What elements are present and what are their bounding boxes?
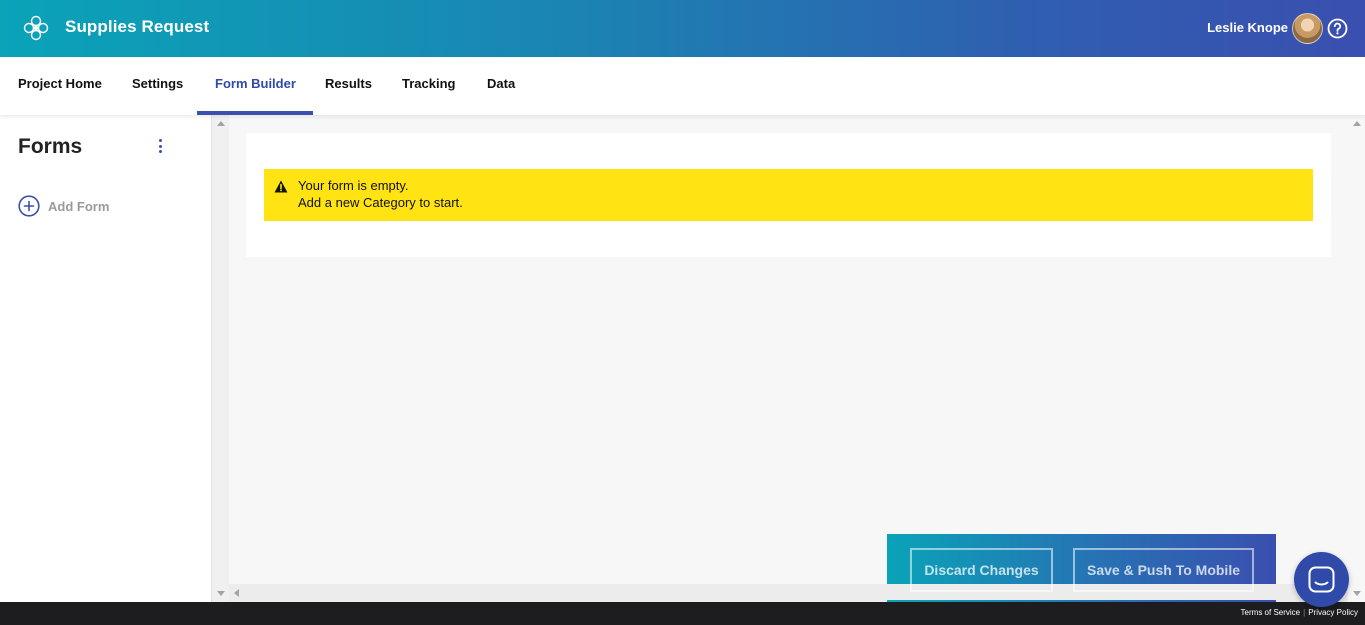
help-circle-icon[interactable] <box>1327 18 1348 39</box>
privacy-link[interactable]: Privacy Policy <box>1308 608 1358 617</box>
chat-icon <box>1308 566 1335 593</box>
plus-circle-icon <box>18 195 40 217</box>
tab-form-builder[interactable]: Form Builder <box>197 57 313 115</box>
tab-results[interactable]: Results <box>325 57 372 115</box>
sidebar-scrollbar[interactable] <box>212 115 229 602</box>
add-form-button[interactable]: Add Form <box>18 195 109 217</box>
tab-project-home[interactable]: Project Home <box>18 57 102 115</box>
empty-form-alert: Your form is empty. Add a new Category t… <box>264 169 1313 221</box>
warning-icon <box>274 180 288 193</box>
tab-settings[interactable]: Settings <box>132 57 183 115</box>
alert-hint: Add a new Category to start. <box>298 195 463 210</box>
add-form-label: Add Form <box>48 198 110 214</box>
scroll-down-arrow-icon[interactable] <box>1353 591 1361 596</box>
scroll-up-arrow-icon[interactable] <box>1353 121 1361 126</box>
more-options-icon[interactable] <box>152 137 168 155</box>
chat-button[interactable] <box>1294 552 1349 607</box>
clover-logo-icon[interactable] <box>22 14 50 42</box>
footer-separator: | <box>1303 608 1306 617</box>
footer-links: Terms of Service | Privacy Policy <box>1241 608 1358 617</box>
tab-data[interactable]: Data <box>487 57 515 115</box>
app-title: Supplies Request <box>65 17 210 36</box>
alert-message: Your form is empty. <box>298 178 409 193</box>
app-header: Supplies Request Leslie Knope <box>0 0 1365 57</box>
user-name[interactable]: Leslie Knope <box>1207 20 1288 35</box>
user-avatar[interactable] <box>1292 13 1323 44</box>
forms-sidebar: Forms Add Form <box>0 115 212 602</box>
scroll-left-arrow-icon[interactable] <box>234 589 239 597</box>
form-canvas-card: Your form is empty. Add a new Category t… <box>246 133 1331 257</box>
discard-changes-button[interactable]: Discard Changes <box>910 548 1053 592</box>
scroll-up-arrow-icon[interactable] <box>217 121 225 126</box>
forms-title: Forms <box>18 135 83 158</box>
tab-tracking[interactable]: Tracking <box>402 57 455 115</box>
scroll-down-arrow-icon[interactable] <box>217 591 225 596</box>
save-push-mobile-button[interactable]: Save & Push To Mobile <box>1073 548 1254 592</box>
save-actions-panel: Discard Changes Save & Push To Mobile <box>887 534 1276 592</box>
terms-link[interactable]: Terms of Service <box>1241 608 1301 617</box>
tab-bar: Project Home Settings Form Builder Resul… <box>0 57 1365 115</box>
main-scrollbar[interactable] <box>1348 115 1365 602</box>
page-footer: Terms of Service | Privacy Policy <box>0 602 1365 625</box>
